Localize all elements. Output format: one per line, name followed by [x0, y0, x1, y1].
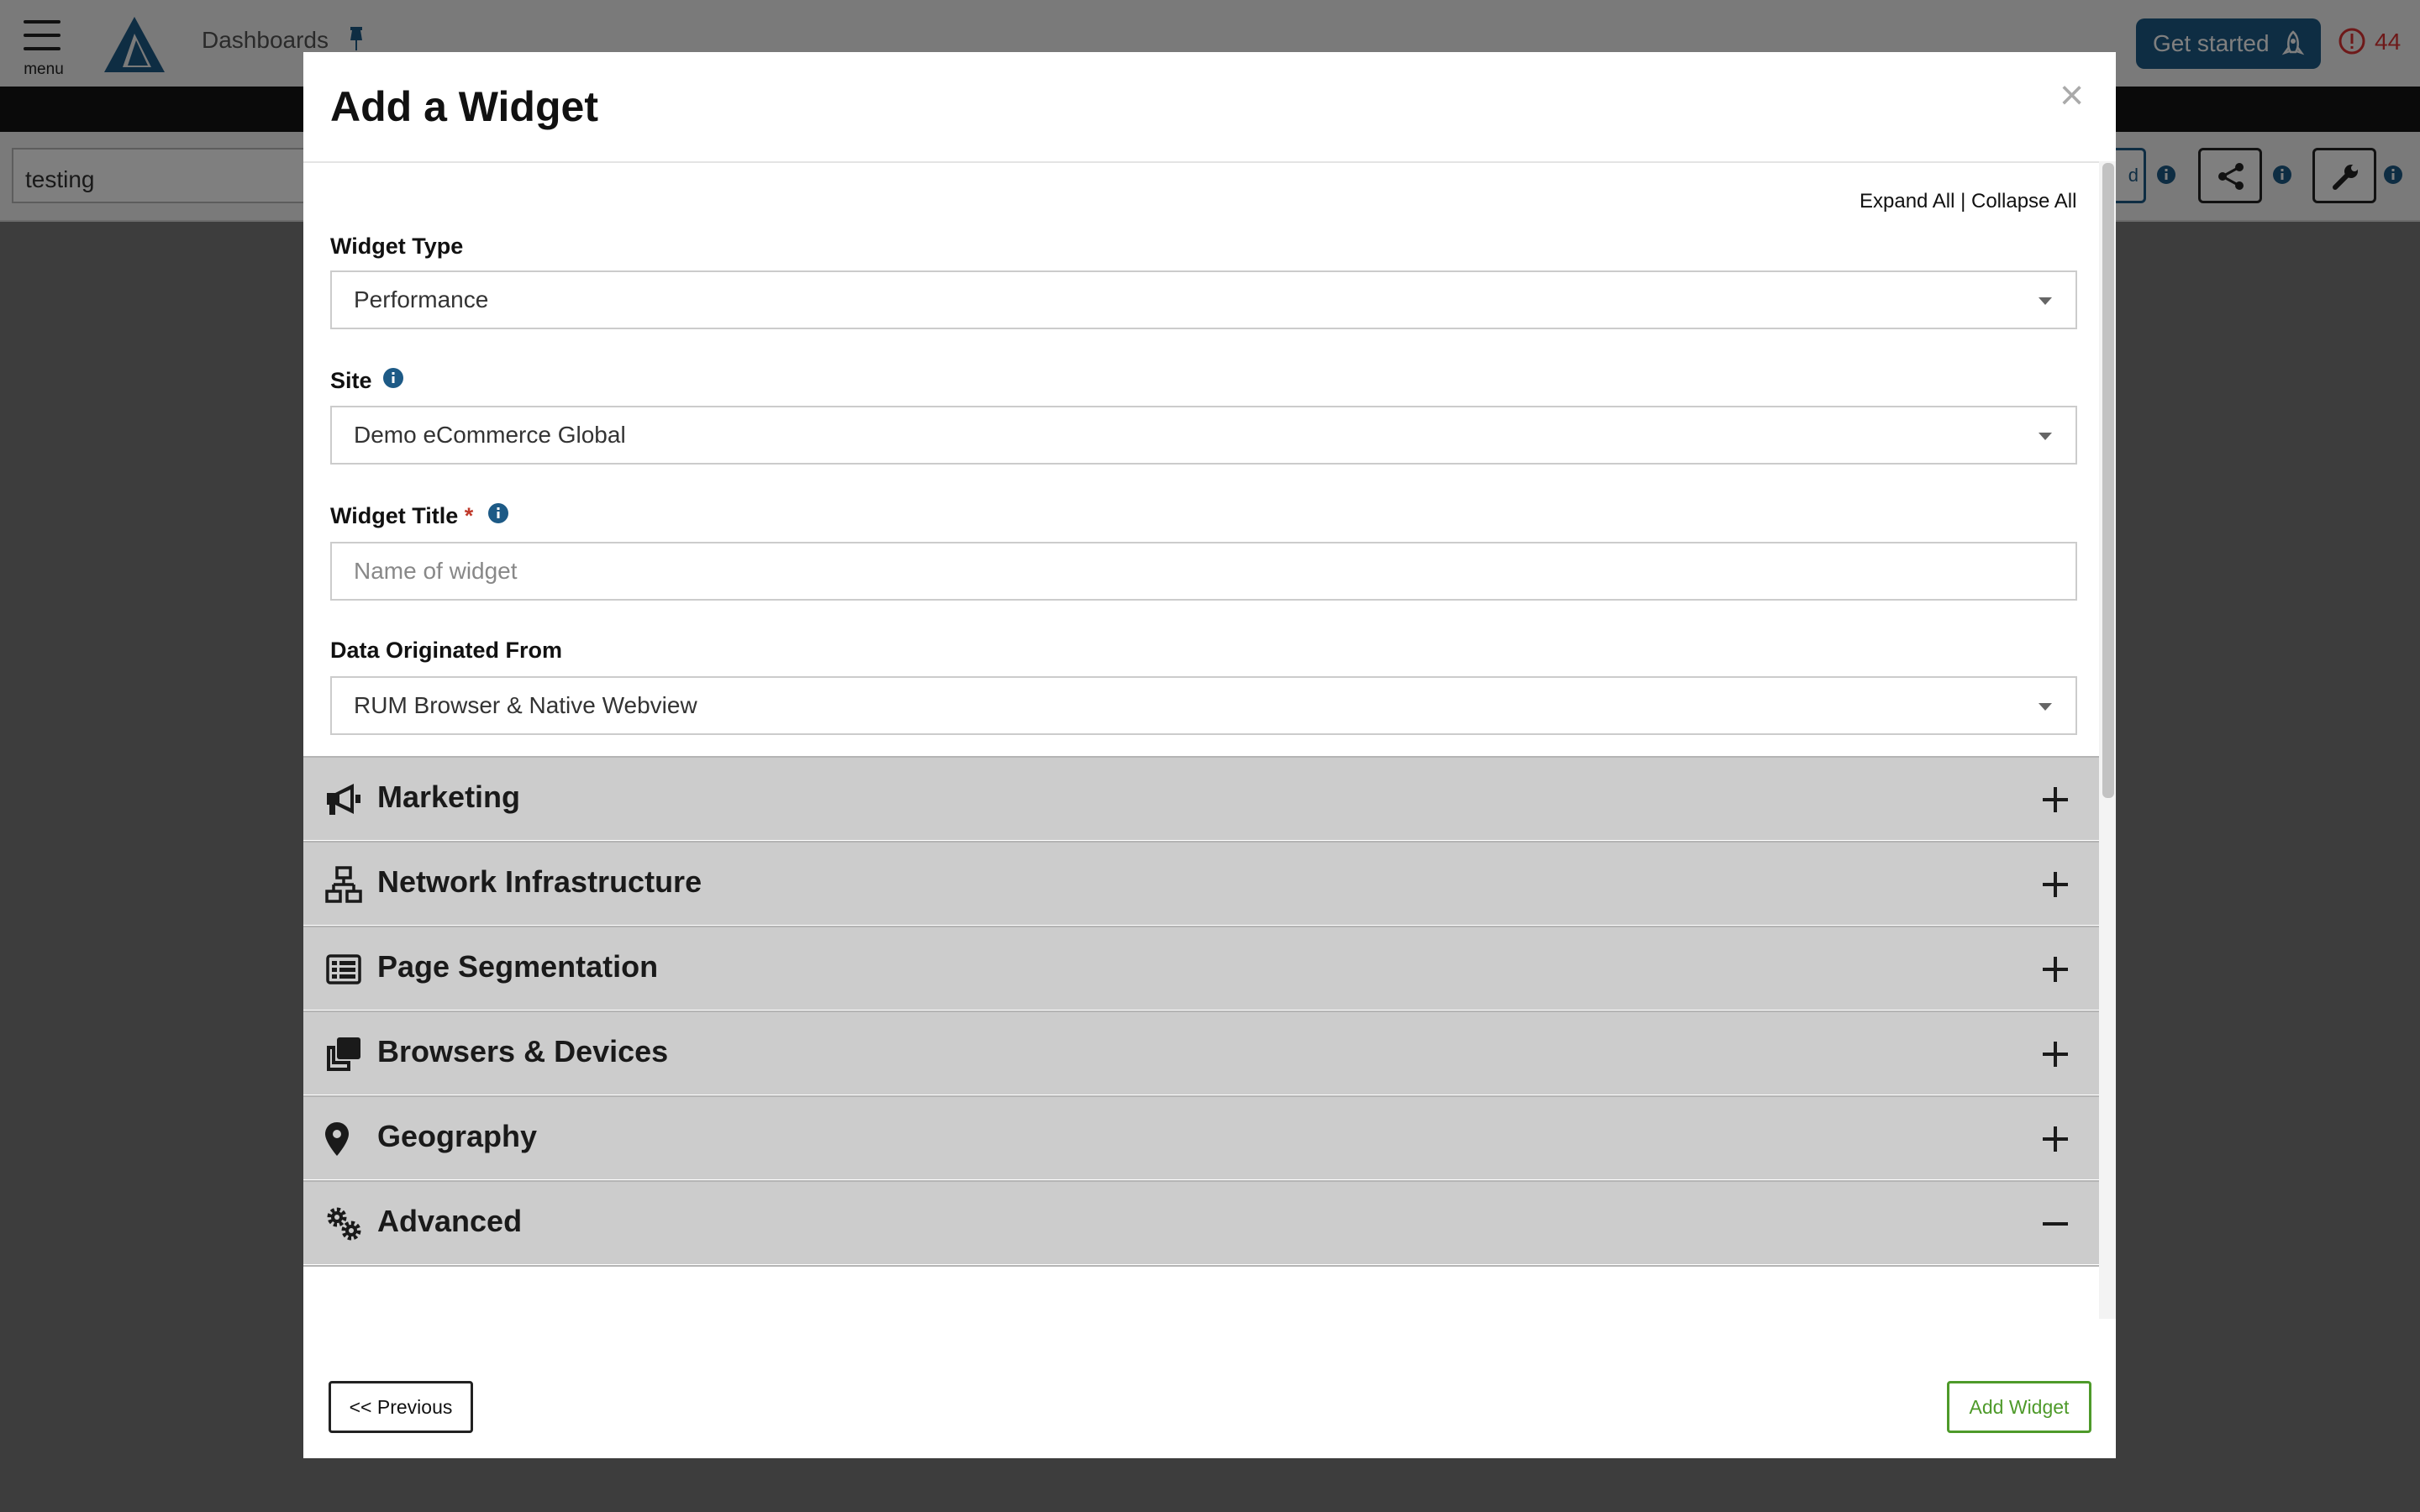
data-origin-value: RUM Browser & Native Webview	[354, 692, 697, 718]
expand-plus-icon[interactable]	[2040, 785, 2070, 815]
modal-title: Add a Widget	[330, 83, 598, 130]
modal-scrollbar-thumb[interactable]	[2102, 163, 2114, 798]
section-title: Marketing	[377, 780, 521, 814]
expand-plus-icon[interactable]	[2040, 869, 2070, 900]
section-advanced[interactable]: Advanced	[303, 1180, 2099, 1264]
site-value: Demo eCommerce Global	[354, 422, 626, 448]
section-title: Advanced	[377, 1204, 523, 1238]
widget-title-label-text: Widget Title	[330, 503, 459, 528]
accordion-bottom-divider	[303, 1265, 2099, 1267]
section-network-infrastructure[interactable]: Network Infrastructure	[303, 841, 2099, 925]
collapse-all-link[interactable]: Collapse All	[1971, 190, 2076, 213]
chevron-down-icon	[2039, 297, 2052, 305]
chevron-down-icon	[2039, 433, 2052, 440]
section-marketing[interactable]: Marketing	[303, 756, 2099, 840]
network-icon	[325, 866, 362, 903]
data-origin-select[interactable]: RUM Browser & Native Webview	[330, 676, 2077, 735]
link-separator: |	[1960, 190, 1966, 213]
section-page-segmentation[interactable]: Page Segmentation	[303, 926, 2099, 1010]
chevron-down-icon	[2039, 703, 2052, 711]
section-title: Page Segmentation	[377, 949, 659, 984]
info-icon[interactable]	[382, 367, 404, 389]
info-icon[interactable]	[487, 502, 509, 524]
expand-collapse-links: Expand All | Collapse All	[1860, 190, 2076, 213]
gears-icon	[327, 1207, 361, 1241]
required-marker: *	[464, 503, 474, 528]
list-icon	[326, 954, 361, 984]
data-origin-label: Data Originated From	[330, 638, 563, 663]
previous-button[interactable]: << Previous	[329, 1381, 473, 1433]
megaphone-icon	[327, 784, 360, 815]
widget-title-label: Widget Title *	[330, 503, 473, 529]
section-browsers-devices[interactable]: Browsers & Devices	[303, 1011, 2099, 1095]
windows-icon	[327, 1037, 360, 1071]
section-geography[interactable]: Geography	[303, 1095, 2099, 1179]
section-title: Network Infrastructure	[377, 864, 702, 899]
widget-type-value: Performance	[354, 286, 489, 312]
widget-title-input[interactable]	[330, 542, 2077, 601]
add-widget-button[interactable]: Add Widget	[1947, 1381, 2091, 1433]
expand-all-link[interactable]: Expand All	[1860, 190, 1954, 213]
header-divider	[303, 161, 2116, 163]
close-icon[interactable]: ×	[2060, 71, 2084, 119]
expand-plus-icon[interactable]	[2040, 1039, 2070, 1069]
expand-plus-icon[interactable]	[2040, 954, 2070, 984]
add-widget-modal: Add a Widget × Expand All | Collapse All…	[303, 52, 2116, 1458]
widget-type-label: Widget Type	[330, 234, 464, 259]
section-title: Geography	[377, 1119, 538, 1153]
expand-plus-icon[interactable]	[2040, 1124, 2070, 1154]
map-pin-icon	[325, 1122, 349, 1156]
section-title: Browsers & Devices	[377, 1034, 669, 1068]
widget-type-select[interactable]: Performance	[330, 270, 2077, 329]
site-label: Site	[330, 368, 372, 393]
site-select[interactable]: Demo eCommerce Global	[330, 406, 2077, 465]
collapse-minus-icon[interactable]	[2040, 1209, 2070, 1239]
